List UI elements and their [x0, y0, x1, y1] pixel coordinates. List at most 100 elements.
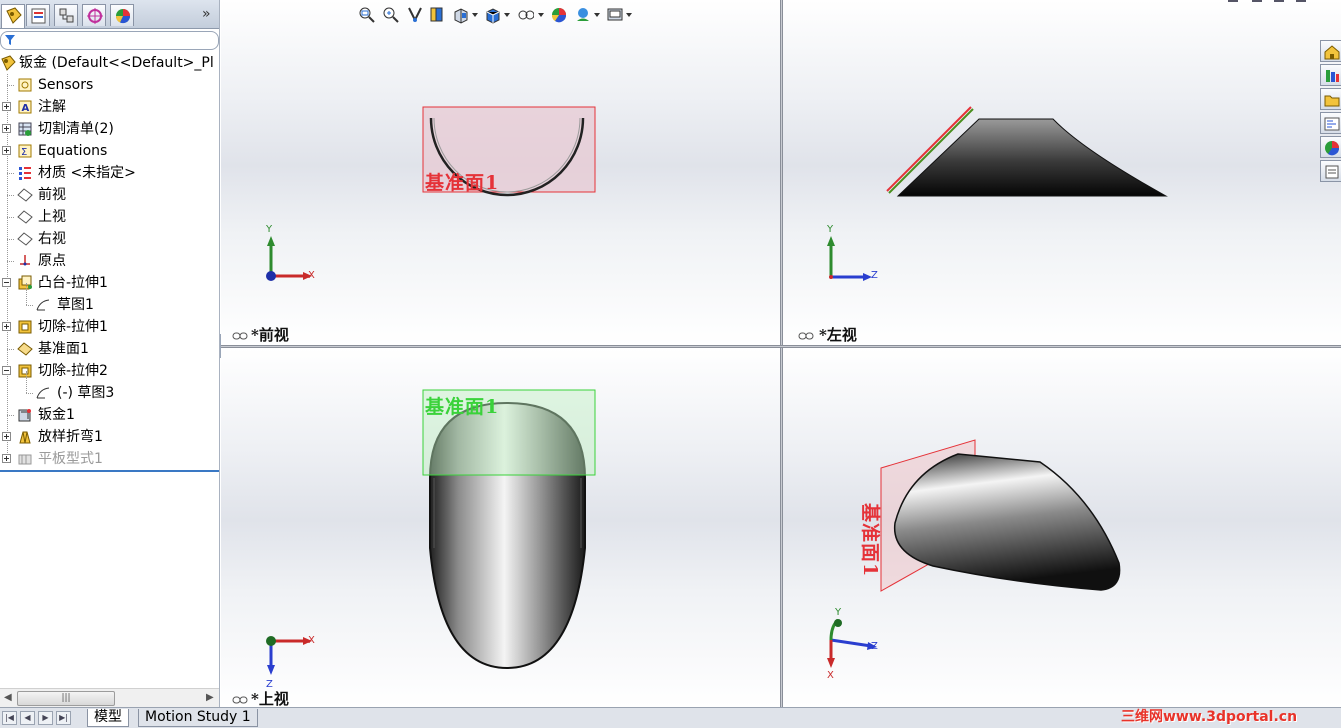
- tree-item[interactable]: 放样折弯1: [0, 426, 219, 448]
- maximize-icon[interactable]: [1274, 0, 1284, 2]
- scroll-right-icon[interactable]: ▶: [206, 692, 214, 703]
- panel-more-chevron[interactable]: »: [202, 6, 211, 22]
- left-body-silhouette[interactable]: [896, 118, 1168, 197]
- tree-item-label: 钣金 (Default<<Default>_Pl: [19, 55, 214, 71]
- hide-show-items-icon[interactable]: [516, 5, 534, 25]
- tree-item[interactable]: 右视: [0, 228, 219, 250]
- tree-item[interactable]: 切除-拉伸2: [0, 360, 219, 382]
- axis-x-label: X: [308, 635, 315, 646]
- tree-item[interactable]: (-) 草图3: [0, 371, 219, 404]
- tab-model[interactable]: 模型: [87, 709, 129, 727]
- tab-dimxpert[interactable]: [82, 4, 106, 26]
- viewport-window-controls[interactable]: [1228, 0, 1308, 4]
- tab-display-manager[interactable]: [110, 4, 134, 26]
- edit-appearance-icon[interactable]: [550, 5, 568, 25]
- section-view-icon[interactable]: [428, 5, 446, 25]
- task-pane-home[interactable]: [1320, 40, 1341, 62]
- tree-item-label: 前视: [38, 187, 66, 203]
- tree-item[interactable]: 切除-拉伸1: [0, 316, 219, 338]
- prev-tab-icon[interactable]: ◀: [20, 711, 35, 725]
- tree-item[interactable]: 钣金 (Default<<Default>_Pl: [0, 52, 219, 74]
- design-library-icon: [1326, 70, 1339, 82]
- expand-icon[interactable]: [2, 102, 11, 111]
- tab-feature-manager[interactable]: [1, 4, 25, 28]
- tree-item[interactable]: 平板型式1: [0, 448, 219, 470]
- feature-filter-input[interactable]: [0, 31, 219, 50]
- first-tab-icon[interactable]: |◀: [2, 711, 17, 725]
- zoom-to-area-icon[interactable]: [382, 5, 400, 25]
- task-pane-custom-properties[interactable]: [1320, 160, 1341, 182]
- tree-item[interactable]: Σ Equations: [0, 140, 219, 162]
- tree-horizontal-scrollbar[interactable]: ◀ ||| ▶: [0, 688, 219, 707]
- view-palette-icon: [1324, 117, 1340, 131]
- task-pane-appearances[interactable]: [1320, 136, 1341, 158]
- viewport-front[interactable]: 基准面1 Y X *前视: [221, 0, 780, 345]
- feature-tree-icon: [6, 7, 22, 24]
- expand-icon[interactable]: [2, 454, 11, 463]
- viewport-splitter-horizontal[interactable]: [221, 345, 1341, 348]
- previous-view-icon[interactable]: [406, 5, 424, 25]
- viewport-left[interactable]: Y Z *左视: [783, 0, 1341, 345]
- collapse-icon[interactable]: [2, 366, 11, 375]
- cut-extrude-icon: [18, 320, 32, 334]
- expand-icon[interactable]: [2, 124, 11, 133]
- iso-body-shaded[interactable]: [893, 453, 1121, 591]
- tab-motion-study[interactable]: Motion Study 1: [138, 709, 258, 727]
- tree-item[interactable]: 基准面1: [0, 338, 219, 360]
- viewport-top[interactable]: 基准面1 Z X *上视: [221, 348, 780, 707]
- view-orientation-dropdown-icon[interactable]: [472, 13, 478, 17]
- tab-property-manager[interactable]: [26, 4, 50, 26]
- iso-plane-label: 基准面1: [859, 503, 881, 578]
- last-tab-icon[interactable]: ▶|: [56, 711, 71, 725]
- view-orientation-icon[interactable]: [452, 5, 470, 25]
- display-style-icon[interactable]: [484, 5, 502, 25]
- tab-configuration-manager[interactable]: [54, 4, 78, 26]
- hide-show-dropdown-icon[interactable]: [538, 13, 544, 17]
- tree-connector: [26, 305, 33, 306]
- link-views-icon[interactable]: [232, 331, 248, 341]
- task-pane-file-explorer[interactable]: [1320, 88, 1341, 110]
- tree-item[interactable]: 切割清单(2): [0, 118, 219, 140]
- rollback-bar[interactable]: [0, 470, 219, 472]
- scroll-thumb[interactable]: |||: [17, 691, 115, 706]
- triad-iso: [827, 618, 877, 668]
- custom-properties-icon: [1325, 165, 1339, 179]
- tree-connector: [26, 371, 27, 393]
- apply-scene-dropdown-icon[interactable]: [594, 13, 600, 17]
- expand-icon[interactable]: [2, 322, 11, 331]
- tree-connector: [26, 393, 33, 394]
- zoom-to-fit-icon[interactable]: [358, 5, 376, 25]
- view-settings-icon[interactable]: [606, 5, 624, 25]
- viewport-isometric[interactable]: 基准面1 Y Z X: [783, 348, 1341, 707]
- collapse-icon[interactable]: [2, 278, 11, 287]
- link-views-icon[interactable]: [798, 331, 814, 341]
- task-pane-design-library[interactable]: [1320, 64, 1341, 86]
- tree-item[interactable]: 凸台-拉伸1: [0, 272, 219, 294]
- link-views-icon[interactable]: [232, 695, 248, 705]
- tree-item[interactable]: 钣金1: [0, 404, 219, 426]
- restore-icon[interactable]: [1252, 0, 1262, 2]
- scroll-left-icon[interactable]: ◀: [4, 692, 12, 703]
- lofted-bend-icon: [19, 431, 31, 444]
- tree-item[interactable]: 前视: [0, 184, 219, 206]
- expand-icon[interactable]: [2, 146, 11, 155]
- next-tab-icon[interactable]: ▶: [38, 711, 53, 725]
- sketch-icon: [36, 299, 50, 311]
- tree-item[interactable]: 草图1: [0, 283, 219, 316]
- minimize-icon[interactable]: [1228, 0, 1238, 2]
- axis-y-label: Y: [827, 224, 834, 235]
- display-style-dropdown-icon[interactable]: [504, 13, 510, 17]
- tree-item[interactable]: A 注解: [0, 96, 219, 118]
- close-icon[interactable]: [1296, 0, 1306, 2]
- task-pane-view-palette[interactable]: [1320, 112, 1341, 134]
- viewport-splitter-vertical[interactable]: [780, 0, 783, 707]
- plane-icon: [17, 188, 33, 202]
- equations-icon: Σ: [18, 144, 32, 158]
- tree-item[interactable]: Sensors: [0, 74, 219, 96]
- tree-item[interactable]: 原点: [0, 250, 219, 272]
- tree-item[interactable]: 材质 <未指定>: [0, 162, 219, 184]
- expand-icon[interactable]: [2, 432, 11, 441]
- apply-scene-icon[interactable]: [574, 5, 592, 25]
- view-settings-dropdown-icon[interactable]: [626, 13, 632, 17]
- tree-item[interactable]: 上视: [0, 206, 219, 228]
